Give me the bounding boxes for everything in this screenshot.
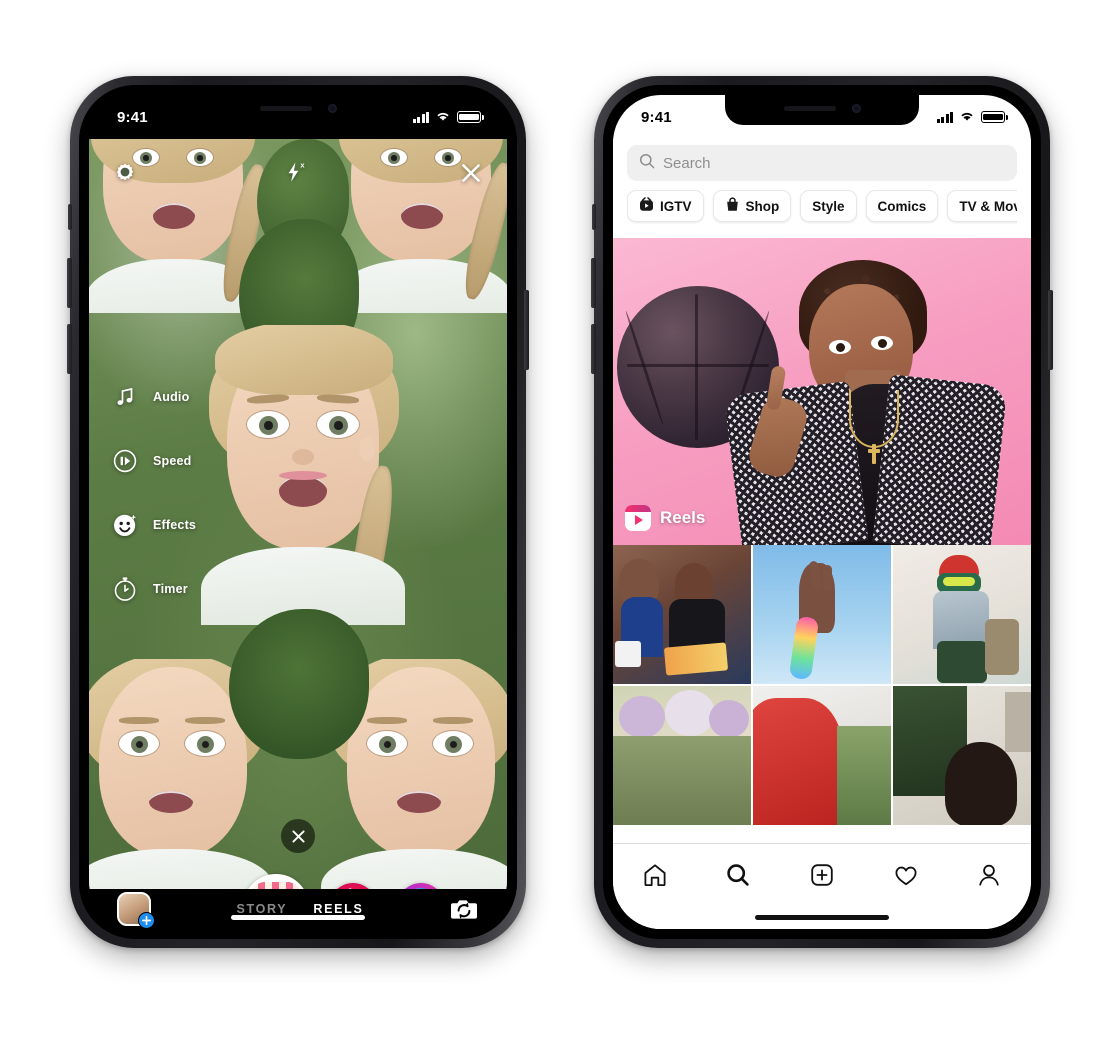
phone-notch bbox=[201, 95, 395, 125]
camera-bottom-bar: STORY REELS bbox=[89, 889, 507, 929]
status-time: 9:41 bbox=[641, 108, 672, 126]
grid-thumb-5[interactable] bbox=[753, 686, 891, 825]
tab-profile[interactable] bbox=[967, 858, 1011, 892]
tab-search[interactable] bbox=[716, 858, 760, 892]
right-phone-mockup: Search IGTV Shop Style Comics TV & Mo Re… bbox=[591, 76, 1053, 948]
chip-comics[interactable]: Comics bbox=[865, 190, 939, 222]
cellular-bars-icon bbox=[412, 111, 429, 123]
featured-reel-card[interactable]: Reels bbox=[613, 238, 1031, 545]
chip-shop[interactable]: Shop bbox=[712, 190, 792, 222]
tool-audio[interactable]: Audio bbox=[111, 383, 196, 411]
cellular-bars-icon bbox=[936, 111, 953, 123]
chip-style-label: Style bbox=[812, 198, 845, 214]
front-camera-lens bbox=[327, 103, 337, 113]
reels-badge-label: Reels bbox=[660, 508, 706, 527]
effects-carousel bbox=[89, 871, 507, 889]
tool-effects[interactable]: Effects bbox=[111, 511, 196, 539]
screenshot-stage: x Audio Speed Effects Timer STORY REELS … bbox=[0, 0, 1120, 1043]
chip-tv-movies-label: TV & Movies bbox=[959, 198, 1017, 214]
close-icon[interactable] bbox=[459, 161, 483, 185]
speed-gauge-icon bbox=[111, 447, 139, 475]
capture-mode-tabs: STORY REELS bbox=[236, 902, 363, 916]
volume-down-button[interactable] bbox=[591, 324, 596, 374]
search-icon bbox=[639, 153, 655, 174]
smiley-face-icon bbox=[111, 511, 139, 539]
speaker-grille bbox=[259, 105, 312, 111]
stopwatch-icon bbox=[111, 575, 139, 603]
search-input[interactable]: Search bbox=[627, 145, 1017, 181]
right-phone-screen: Search IGTV Shop Style Comics TV & Mo Re… bbox=[613, 95, 1031, 929]
mode-story[interactable]: STORY bbox=[236, 902, 287, 916]
tab-activity[interactable] bbox=[884, 858, 928, 892]
reels-effect-icon bbox=[251, 882, 301, 889]
camera-viewfinder[interactable]: x Audio Speed Effects Timer bbox=[89, 139, 507, 889]
volume-up-button[interactable] bbox=[67, 258, 72, 308]
shopping-bag-icon bbox=[725, 197, 740, 215]
grid-thumb-1[interactable] bbox=[613, 545, 751, 684]
front-camera-lens bbox=[851, 103, 861, 113]
wifi-icon bbox=[435, 109, 451, 126]
flip-camera-icon[interactable] bbox=[449, 896, 479, 922]
grid-thumb-2[interactable] bbox=[753, 545, 891, 684]
camera-top-controls: x bbox=[89, 147, 507, 199]
music-note-icon bbox=[111, 383, 139, 411]
remove-effect-button[interactable] bbox=[281, 819, 315, 853]
effect-reels-selected[interactable] bbox=[243, 874, 309, 889]
status-time: 9:41 bbox=[117, 108, 148, 126]
mute-switch[interactable] bbox=[68, 204, 72, 230]
grid-thumb-4[interactable] bbox=[613, 686, 751, 825]
igtv-icon bbox=[639, 197, 654, 215]
speaker-grille bbox=[783, 105, 836, 111]
svg-text:x: x bbox=[300, 161, 305, 170]
cross-pendant bbox=[868, 444, 880, 464]
explore-page: Search IGTV Shop Style Comics TV & Mo Re… bbox=[613, 95, 1031, 929]
volume-down-button[interactable] bbox=[67, 324, 72, 374]
tab-create[interactable] bbox=[800, 858, 844, 892]
battery-full-icon bbox=[457, 111, 484, 123]
battery-full-icon bbox=[981, 111, 1008, 123]
camera-tools-sidebar: Audio Speed Effects Timer bbox=[111, 383, 196, 603]
chip-tv-movies[interactable]: TV & Movies bbox=[947, 190, 1017, 222]
tool-timer[interactable]: Timer bbox=[111, 575, 196, 603]
chip-style[interactable]: Style bbox=[800, 190, 857, 222]
category-chips: IGTV Shop Style Comics TV & Mo bbox=[627, 190, 1017, 229]
gallery-thumbnail-icon[interactable] bbox=[117, 892, 155, 929]
reels-badge: Reels bbox=[625, 505, 705, 531]
tool-speed[interactable]: Speed bbox=[111, 447, 196, 475]
flash-off-icon[interactable]: x bbox=[282, 160, 308, 186]
volume-up-button[interactable] bbox=[591, 258, 596, 308]
wifi-icon bbox=[959, 109, 975, 126]
plus-badge-icon bbox=[138, 912, 155, 929]
search-placeholder: Search bbox=[663, 154, 711, 172]
tool-timer-label: Timer bbox=[153, 582, 188, 596]
tab-home[interactable] bbox=[633, 858, 677, 892]
mode-reels[interactable]: REELS bbox=[313, 902, 363, 916]
grid-thumb-3[interactable] bbox=[893, 545, 1031, 684]
mute-switch[interactable] bbox=[592, 204, 596, 230]
left-phone-screen: x Audio Speed Effects Timer STORY REELS … bbox=[89, 95, 507, 929]
chip-comics-label: Comics bbox=[877, 198, 927, 214]
tool-effects-label: Effects bbox=[153, 518, 197, 532]
chip-shop-label: Shop bbox=[745, 198, 780, 214]
grid-thumb-6[interactable] bbox=[893, 686, 1031, 825]
explore-header: Search IGTV Shop Style Comics TV & Mo bbox=[613, 139, 1031, 229]
power-button[interactable] bbox=[1048, 290, 1053, 370]
explore-grid bbox=[613, 545, 1031, 879]
chip-igtv-label: IGTV bbox=[660, 198, 692, 214]
tool-audio-label: Audio bbox=[153, 390, 190, 404]
home-indicator[interactable] bbox=[755, 915, 889, 920]
home-indicator[interactable] bbox=[231, 915, 365, 920]
chip-igtv[interactable]: IGTV bbox=[627, 190, 704, 222]
gold-chain bbox=[849, 390, 899, 448]
phone-notch bbox=[725, 95, 919, 125]
reels-icon bbox=[625, 505, 651, 531]
power-button[interactable] bbox=[524, 290, 529, 370]
gear-icon[interactable] bbox=[113, 161, 137, 185]
tool-speed-label: Speed bbox=[153, 454, 192, 468]
left-phone-mockup: x Audio Speed Effects Timer STORY REELS … bbox=[67, 76, 529, 948]
